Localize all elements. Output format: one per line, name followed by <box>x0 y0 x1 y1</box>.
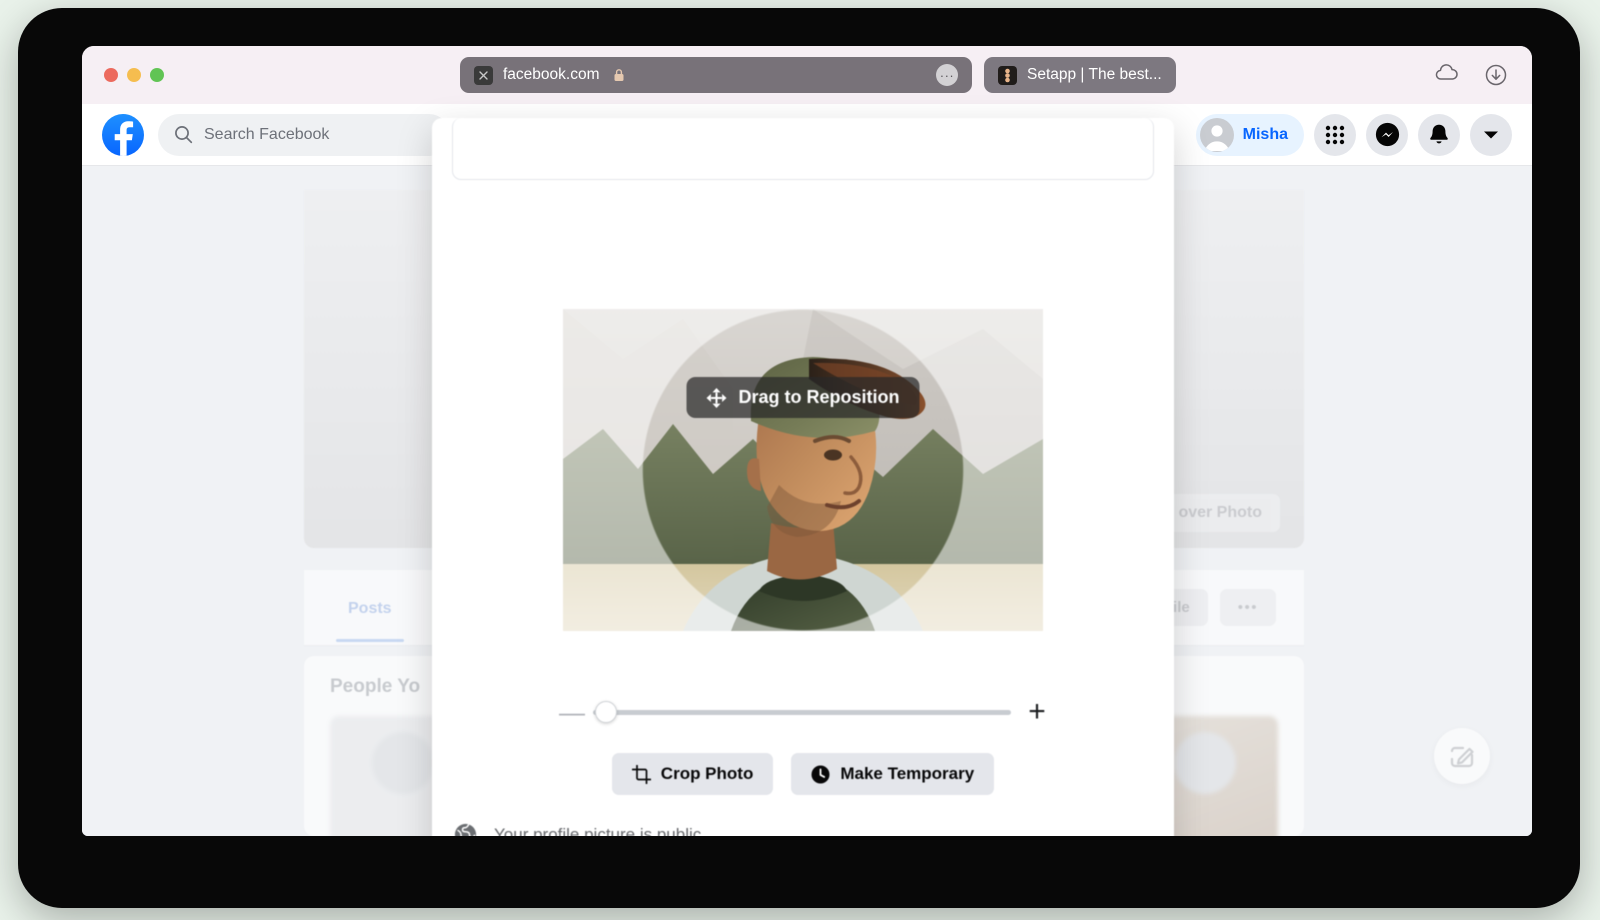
profile-picture-editor-modal: Drag to Reposition — + Crop Photo Make T… <box>432 118 1174 836</box>
download-icon[interactable] <box>1484 63 1508 87</box>
modal-upload-card <box>452 118 1154 180</box>
drag-to-reposition-hint: Drag to Reposition <box>686 377 920 418</box>
browser-window: facebook.com ··· Setapp | The best... Se… <box>82 46 1532 836</box>
tab-posts[interactable]: Posts <box>332 574 408 642</box>
zoom-slider-row: — + <box>559 697 1047 727</box>
minimize-window-button[interactable] <box>127 68 141 82</box>
tab-more-icon[interactable]: ··· <box>936 64 958 86</box>
zoom-slider[interactable] <box>593 701 1011 723</box>
drag-hint-label: Drag to Reposition <box>738 387 900 407</box>
search-icon <box>174 125 193 144</box>
browser-tabs: facebook.com ··· Setapp | The best... <box>460 57 1176 93</box>
photo-crop-stage[interactable]: Drag to Reposition <box>563 309 1043 631</box>
facebook-page: Search Facebook Misha over Photo Posts f… <box>82 104 1532 836</box>
search-placeholder: Search Facebook <box>204 125 330 143</box>
browser-toolbar: facebook.com ··· Setapp | The best... <box>82 46 1532 104</box>
crop-icon <box>631 764 651 784</box>
close-window-button[interactable] <box>104 68 118 82</box>
profile-more-button[interactable]: ••• <box>1219 589 1276 626</box>
maximize-window-button[interactable] <box>150 68 164 82</box>
browser-toolbar-actions <box>1434 46 1508 104</box>
avatar <box>1199 117 1234 152</box>
notifications-bell-icon[interactable] <box>1418 113 1460 156</box>
browser-tab-setapp[interactable]: Setapp | The best... <box>984 57 1176 93</box>
zoom-slider-thumb[interactable] <box>594 701 617 723</box>
profile-photo <box>563 309 1043 631</box>
clock-icon <box>811 765 830 784</box>
cloud-icon[interactable] <box>1434 63 1458 87</box>
grid-menu-icon[interactable] <box>1314 113 1356 156</box>
messenger-icon[interactable] <box>1366 113 1408 156</box>
edit-cover-photo-button[interactable]: over Photo <box>1160 494 1280 532</box>
lock-icon <box>613 68 625 82</box>
close-x-icon[interactable] <box>474 65 493 85</box>
facebook-header-actions: Misha <box>1195 104 1512 165</box>
zoom-out-button[interactable]: — <box>559 699 585 725</box>
privacy-note-label: Your profile picture is public. <box>494 824 706 837</box>
tab-title: facebook.com <box>503 66 600 83</box>
tab-title: Setapp | The best... <box>1027 66 1162 83</box>
globe-icon <box>454 823 477 836</box>
crop-photo-label: Crop Photo <box>660 764 754 783</box>
compose-post-button[interactable] <box>1434 728 1490 784</box>
crop-photo-button[interactable]: Crop Photo <box>611 753 774 795</box>
modal-body: Drag to Reposition — + Crop Photo Make T… <box>432 118 1174 836</box>
setapp-icon <box>998 65 1017 85</box>
make-temporary-button[interactable]: Make Temporary <box>791 753 995 795</box>
profile-name: Misha <box>1242 125 1288 143</box>
account-chevron-icon[interactable] <box>1470 113 1512 156</box>
window-traffic-lights <box>104 68 164 82</box>
photo-actions: Crop Photo Make Temporary <box>611 753 995 795</box>
device-bezel: facebook.com ··· Setapp | The best... Se… <box>18 8 1580 908</box>
privacy-note-row: Your profile picture is public. <box>454 823 706 836</box>
move-arrows-icon <box>706 387 727 408</box>
search-input[interactable]: Search Facebook <box>158 113 450 156</box>
profile-page-content: over Photo Posts file ••• People Yo Drag… <box>82 118 1532 836</box>
zoom-in-button[interactable]: + <box>1027 697 1047 727</box>
browser-tab-facebook[interactable]: facebook.com ··· <box>460 57 972 93</box>
make-temporary-label: Make Temporary <box>840 764 975 783</box>
profile-menu-button[interactable]: Misha <box>1195 113 1304 156</box>
facebook-logo-icon[interactable] <box>102 113 144 156</box>
